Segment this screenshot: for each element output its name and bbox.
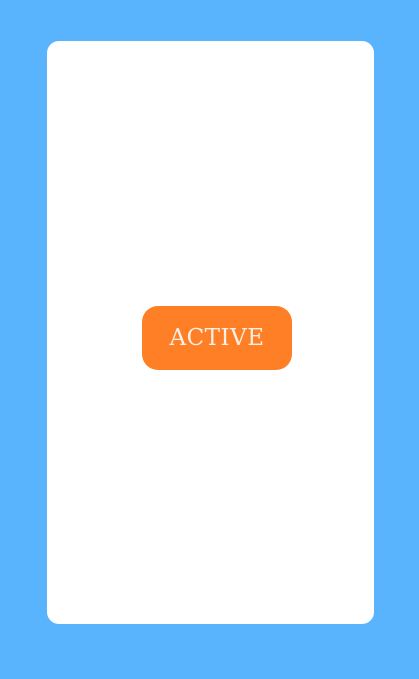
active-button[interactable]: ACTIVE: [142, 306, 292, 370]
